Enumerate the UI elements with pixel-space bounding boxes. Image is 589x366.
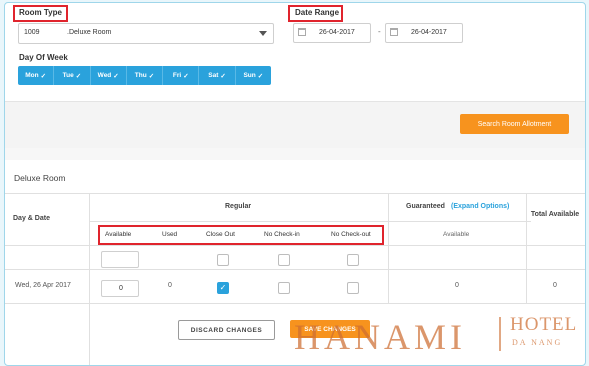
subcol-no-check-out: No Check-out (331, 231, 371, 238)
total-available-value: 0 (553, 282, 557, 289)
col-header-regular: Regular (225, 203, 252, 210)
search-room-allotment-button[interactable]: Search Room Allotment (460, 114, 569, 134)
subcol-no-check-in: No Check-in (264, 231, 300, 238)
day-toggle-tue[interactable]: Tue ✓ (54, 66, 91, 85)
date-from-value: 26-04-2017 (319, 29, 355, 36)
day-toggle-mon[interactable]: Mon ✓ (18, 66, 55, 85)
chevron-down-icon (259, 31, 267, 36)
subcol-guaranteed-available: Available (443, 231, 470, 238)
watermark-divider (499, 317, 501, 351)
discard-changes-button[interactable]: DISCARD CHANGES (178, 320, 275, 340)
date-from-field[interactable]: 26-04-2017 (293, 23, 371, 43)
available-input[interactable]: 0 (101, 280, 139, 297)
section-divider (5, 148, 585, 160)
watermark-city: DA NANG (512, 338, 563, 347)
day-toggle-fri[interactable]: Fri ✓ (163, 66, 200, 85)
date-separator: - (378, 27, 381, 36)
day-toggle-sat[interactable]: Sat ✓ (199, 66, 236, 85)
col-divider (89, 193, 90, 365)
expand-options-link[interactable]: (Expand Options) (451, 203, 509, 210)
room-name: .Deluxe Room (67, 29, 112, 36)
bulk-no-check-in-checkbox[interactable] (278, 254, 290, 266)
row-divider (5, 303, 585, 304)
check-icon: ✓ (148, 72, 155, 80)
bulk-no-check-out-checkbox[interactable] (347, 254, 359, 266)
day-toggle-sun[interactable]: Sun ✓ (235, 66, 271, 85)
check-icon: ✓ (220, 72, 226, 80)
watermark-hotel: HOTEL (510, 314, 578, 335)
date-to-field[interactable]: 26-04-2017 (385, 23, 463, 43)
guaranteed-available-value: 0 (455, 282, 459, 289)
watermark-brand: HANAMI (294, 317, 466, 357)
day-toggle-thu[interactable]: Thu ✓ (126, 66, 164, 85)
subcol-available: Available (105, 231, 132, 238)
row-divider (5, 269, 585, 270)
col-divider (388, 193, 389, 303)
subcol-used: Used (162, 231, 178, 238)
bulk-available-input[interactable] (101, 251, 139, 268)
no-check-in-checkbox[interactable] (278, 282, 290, 294)
check-icon: ✓ (257, 72, 264, 80)
header-bottom-border (5, 245, 585, 246)
close-out-checkbox[interactable]: ✓ (217, 282, 229, 294)
date-to-value: 26-04-2017 (411, 29, 447, 36)
check-icon: ✓ (40, 72, 47, 80)
col-header-day-date: Day & Date (13, 215, 50, 222)
calendar-icon (298, 28, 306, 36)
check-icon: ✓ (113, 72, 119, 80)
subcol-close-out: Close Out (206, 231, 235, 238)
check-icon: ✓ (75, 72, 82, 80)
no-check-out-checkbox[interactable] (347, 282, 359, 294)
check-icon: ✓ (183, 72, 189, 80)
date-range-highlight (288, 5, 343, 22)
room-type-select[interactable]: 1009 .Deluxe Room (18, 23, 274, 44)
col-header-guaranteed: Guaranteed (406, 203, 445, 210)
section-title: Deluxe Room (14, 173, 66, 183)
col-header-total-available: Total Available (530, 211, 580, 218)
room-allotment-panel: Room Type 1009 .Deluxe Room Date Range 2… (4, 2, 586, 366)
room-code: 1009 (24, 29, 40, 36)
used-value: 0 (168, 282, 172, 289)
day-toggle-wed[interactable]: Wed ✓ (90, 66, 127, 85)
calendar-icon (390, 28, 398, 36)
col-divider (526, 193, 527, 303)
header-divider (89, 221, 531, 222)
room-type-highlight (13, 5, 68, 22)
bulk-close-out-checkbox[interactable] (217, 254, 229, 266)
row-date: Wed, 26 Apr 2017 (15, 282, 71, 289)
available-value: 0 (119, 285, 123, 292)
table-top-border (5, 193, 585, 194)
day-of-week-label: Day Of Week (19, 53, 68, 62)
day-of-week-toggles: Mon ✓ Tue ✓ Wed ✓ Thu ✓ Fri ✓ Sat ✓ Sun ✓ (18, 66, 271, 85)
